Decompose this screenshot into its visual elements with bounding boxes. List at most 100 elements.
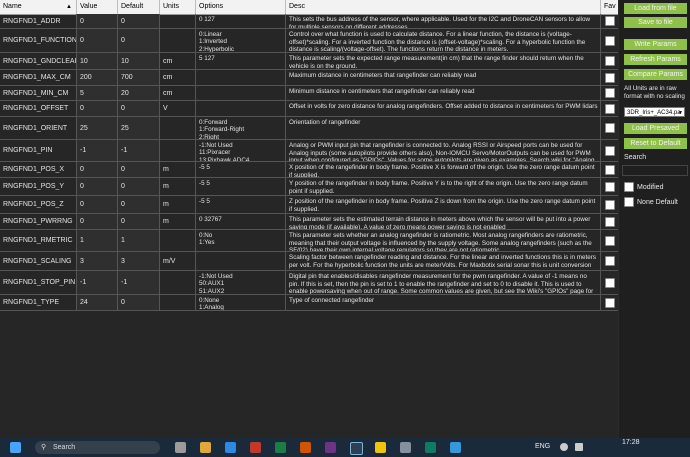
cell-value[interactable]: 0 <box>77 196 118 213</box>
cell-value[interactable]: 0 <box>77 101 118 116</box>
none-default-filter[interactable]: None Default <box>624 197 678 207</box>
favorite-checkbox[interactable] <box>604 216 615 227</box>
table-row[interactable]: RNGFND1_PWRRNG 0 0 m 0 32767 This parameter s… <box>0 214 618 230</box>
column-header-name[interactable]: Name ▲ <box>0 0 77 14</box>
table-row[interactable]: RNGFND1_SCALING 3 3 m/V Scaling factor betwe… <box>0 252 618 271</box>
task-view-icon[interactable] <box>175 442 186 453</box>
cell-value[interactable]: 10 <box>77 53 118 69</box>
table-row[interactable]: RNGFND1_PIN -1 -1 -1:Not Used 11:Pixracer 1… <box>0 140 618 162</box>
app-icon-6[interactable] <box>375 442 386 453</box>
write-params-button[interactable]: Write Params <box>624 39 687 50</box>
cell-options: 0 127 <box>196 14 286 28</box>
cell-units: m <box>160 214 196 229</box>
column-header-options[interactable]: Options <box>196 0 286 14</box>
none-default-checkbox[interactable] <box>624 197 634 207</box>
favorite-checkbox[interactable] <box>604 123 615 133</box>
app-icon-4[interactable] <box>325 442 336 453</box>
favorite-checkbox[interactable] <box>604 72 615 83</box>
table-row[interactable]: RNGFND1_MIN_CM 5 20 cm Minimum distance in c… <box>0 86 618 101</box>
taskbar-search[interactable]: ⚲ Search <box>35 441 160 454</box>
cell-value[interactable]: 0 <box>77 178 118 195</box>
favorite-checkbox[interactable] <box>604 181 615 192</box>
cell-default: 0 <box>118 14 160 28</box>
cell-units <box>160 29 196 52</box>
table-row[interactable]: RNGFND1_GNDCLEAR 10 10 cm 5 127 This paramete… <box>0 53 618 70</box>
cell-value[interactable]: 0 <box>77 14 118 28</box>
favorite-checkbox[interactable] <box>604 103 615 114</box>
reset-to-default-button[interactable]: Reset to Default <box>624 138 687 149</box>
cell-name: RNGFND1_STOP_PIN <box>0 271 77 294</box>
app-icon-5[interactable] <box>350 442 363 455</box>
favorite-checkbox[interactable] <box>604 88 615 98</box>
column-header-desc[interactable]: Desc <box>286 0 601 14</box>
favorite-checkbox[interactable] <box>604 16 615 26</box>
table-row[interactable]: RNGFND1_OFFSET 0 0 V Offset in volts for zer… <box>0 101 618 117</box>
refresh-params-button[interactable]: Refresh Params <box>624 54 687 65</box>
cell-value[interactable]: -1 <box>77 271 118 294</box>
cell-value[interactable]: 0 <box>77 162 118 177</box>
load-from-file-button[interactable]: Load from file <box>624 3 687 14</box>
cell-units: cm <box>160 86 196 100</box>
table-row[interactable]: RNGFND1_STOP_PIN -1 -1 -1:Not Used 50:AUX1 … <box>0 271 618 295</box>
favorite-checkbox[interactable] <box>604 277 615 288</box>
taskbar: ⚲ Search ENG 17:28 <box>0 438 690 457</box>
cell-fav <box>601 295 618 310</box>
search-input[interactable] <box>622 165 688 176</box>
cell-value[interactable]: 24 <box>77 295 118 310</box>
table-row[interactable]: RNGFND1_POS_X 0 0 m -5 5X position of the ra… <box>0 162 618 178</box>
app-icon-7[interactable] <box>425 442 436 453</box>
grid-header: Name ▲ Value Default Units Options Desc … <box>0 0 618 15</box>
units-note: All Units are in raw format with no scal… <box>624 85 685 100</box>
language-indicator[interactable]: ENG <box>535 443 550 450</box>
windows-start-icon[interactable] <box>10 442 21 453</box>
column-header-value[interactable]: Value <box>77 0 118 14</box>
cell-default: 0 <box>118 29 160 52</box>
cell-fav <box>601 162 618 177</box>
cell-value[interactable]: 25 <box>77 117 118 139</box>
app-icon-8[interactable] <box>450 442 461 453</box>
favorite-checkbox[interactable] <box>604 256 615 266</box>
column-header-fav[interactable]: Fav <box>601 0 618 14</box>
clock[interactable]: 17:28 <box>622 439 640 446</box>
favorite-checkbox[interactable] <box>604 145 615 156</box>
favorite-checkbox[interactable] <box>604 235 615 246</box>
table-row[interactable]: RNGFND1_TYPE240 0:None 1:Analog 2:Maxboti… <box>0 295 618 311</box>
app-icon-2[interactable] <box>275 442 286 453</box>
table-row[interactable]: RNGFND1_POS_Y 0 0 m -5 5Y position of the ra… <box>0 178 618 196</box>
modified-checkbox[interactable] <box>624 182 634 192</box>
compare-params-button[interactable]: Compare Params <box>624 69 687 80</box>
cell-value[interactable]: 0 <box>77 214 118 229</box>
file-explorer-icon[interactable] <box>200 442 211 453</box>
table-row[interactable]: RNGFND1_RMETRIC 1 1 0:No 1:Yes This paramete… <box>0 230 618 252</box>
cell-value[interactable]: 0 <box>77 29 118 52</box>
table-row[interactable]: RNGFND1_MAX_CM 200 700 cm Maximum distance i… <box>0 70 618 86</box>
volume-icon[interactable] <box>575 443 583 451</box>
wifi-icon[interactable] <box>560 443 568 451</box>
favorite-checkbox[interactable] <box>604 297 615 308</box>
column-header-default[interactable]: Default <box>118 0 160 14</box>
cell-options <box>196 70 286 85</box>
table-row[interactable]: RNGFND1_ORIENT 25 25 0:Forward 1:Forward-Ri… <box>0 117 618 140</box>
cell-value[interactable]: -1 <box>77 140 118 161</box>
browser-icon[interactable] <box>225 442 236 453</box>
cell-value[interactable]: 5 <box>77 86 118 100</box>
modified-filter[interactable]: Modified <box>624 182 663 192</box>
cell-value[interactable]: 200 <box>77 70 118 85</box>
cell-value[interactable]: 3 <box>77 252 118 270</box>
favorite-checkbox[interactable] <box>604 56 615 66</box>
mission-planner-icon[interactable] <box>400 442 411 453</box>
app-icon-1[interactable] <box>250 442 261 453</box>
load-presaved-button[interactable]: Load Presaved <box>624 123 687 134</box>
favorite-checkbox[interactable] <box>604 35 615 46</box>
cell-value[interactable]: 1 <box>77 230 118 251</box>
table-row[interactable]: RNGFND1_ADDR 0 0 0 127 This sets the bus add… <box>0 14 618 29</box>
column-header-units[interactable]: Units <box>160 0 196 14</box>
favorite-checkbox[interactable] <box>604 199 615 210</box>
preset-select[interactable]: 3DR_Iris+_AC34.pa ▼ <box>624 107 685 117</box>
table-row[interactable]: RNGFND1_FUNCTION 0 0 0:Linear 1:Inverted 2:… <box>0 29 618 53</box>
table-row[interactable]: RNGFND1_POS_Z 0 0 m -5 5Z position of the ra… <box>0 196 618 214</box>
app-icon-3[interactable] <box>300 442 311 453</box>
favorite-checkbox[interactable] <box>604 164 615 175</box>
cell-default: 0 <box>118 101 160 116</box>
save-to-file-button[interactable]: Save to file <box>624 17 687 28</box>
